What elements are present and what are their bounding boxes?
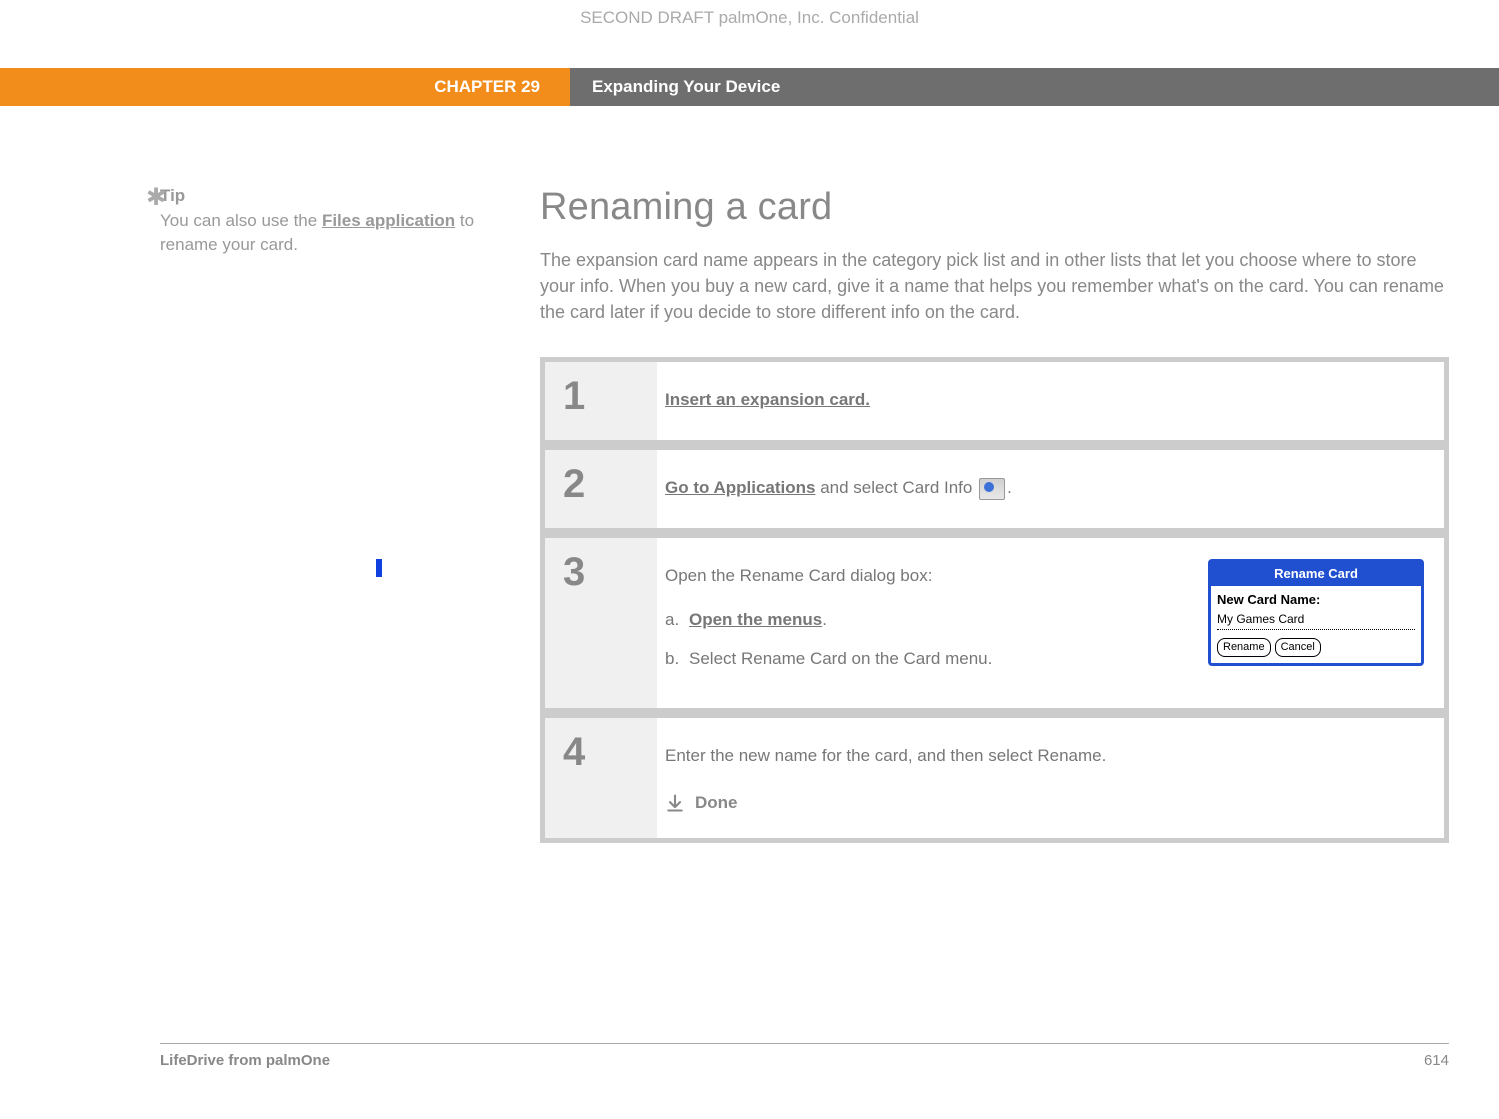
step-row: 3 Open the Rename Card dialog box: a. Op…: [545, 538, 1444, 708]
chapter-number: CHAPTER 29: [0, 68, 570, 106]
page-title: Renaming a card: [540, 186, 1449, 229]
step-row: 2 Go to Applications and select Card Inf…: [545, 450, 1444, 528]
sub-letter: a.: [665, 607, 689, 633]
step2-tail: .: [1007, 478, 1012, 497]
done-label: Done: [695, 790, 738, 816]
dialog-title: Rename Card: [1211, 562, 1421, 586]
product-name: LifeDrive from palmOne: [160, 1052, 330, 1069]
sub-letter: b.: [665, 646, 689, 672]
rename-button[interactable]: Rename: [1217, 638, 1271, 657]
card-info-icon: [979, 478, 1005, 500]
dialog-field-label: New Card Name:: [1217, 590, 1415, 610]
step3-lead: Open the Rename Card dialog box:: [665, 563, 1168, 589]
tip-text-pre: You can also use the: [160, 211, 322, 230]
sub-a-tail: .: [822, 610, 827, 629]
rename-card-dialog: Rename Card New Card Name: My Games Card…: [1208, 559, 1424, 666]
files-application-link[interactable]: Files application: [322, 211, 455, 230]
step4-text: Enter the new name for the card, and the…: [665, 743, 1424, 769]
step2-post: and select Card Info: [815, 478, 977, 497]
intro-paragraph: The expansion card name appears in the c…: [540, 247, 1449, 325]
steps-container: 1 Insert an expansion card. 2 Go to Appl…: [540, 357, 1449, 843]
tip-label: Tip: [160, 186, 500, 206]
step-number: 2: [545, 450, 657, 528]
tip-body: You can also use the Files application t…: [160, 209, 500, 257]
step-number: 1: [545, 362, 657, 440]
cancel-button[interactable]: Cancel: [1275, 638, 1321, 657]
confidential-header: SECOND DRAFT palmOne, Inc. Confidential: [0, 0, 1499, 68]
tip-sidebar: ✱ Tip You can also use the Files applica…: [160, 186, 540, 843]
done-arrow-icon: [665, 793, 685, 813]
tip-asterisk-icon: ✱: [146, 186, 166, 210]
chapter-bar: CHAPTER 29 Expanding Your Device: [0, 68, 1499, 106]
chapter-title: Expanding Your Device: [570, 68, 1499, 106]
step-row: 4 Enter the new name for the card, and t…: [545, 718, 1444, 838]
card-name-input[interactable]: My Games Card: [1217, 610, 1415, 630]
open-menus-link[interactable]: Open the menus: [689, 610, 822, 629]
page-number: 614: [1424, 1052, 1449, 1069]
step-number: 4: [545, 718, 657, 838]
go-to-applications-link[interactable]: Go to Applications: [665, 478, 815, 497]
sub-b-text: Select Rename Card on the Card menu.: [689, 646, 992, 672]
insert-card-link[interactable]: Insert an expansion card.: [665, 390, 870, 409]
page-footer: LifeDrive from palmOne 614: [160, 1043, 1449, 1069]
step-row: 1 Insert an expansion card.: [545, 362, 1444, 440]
step-number: 3: [545, 538, 657, 708]
